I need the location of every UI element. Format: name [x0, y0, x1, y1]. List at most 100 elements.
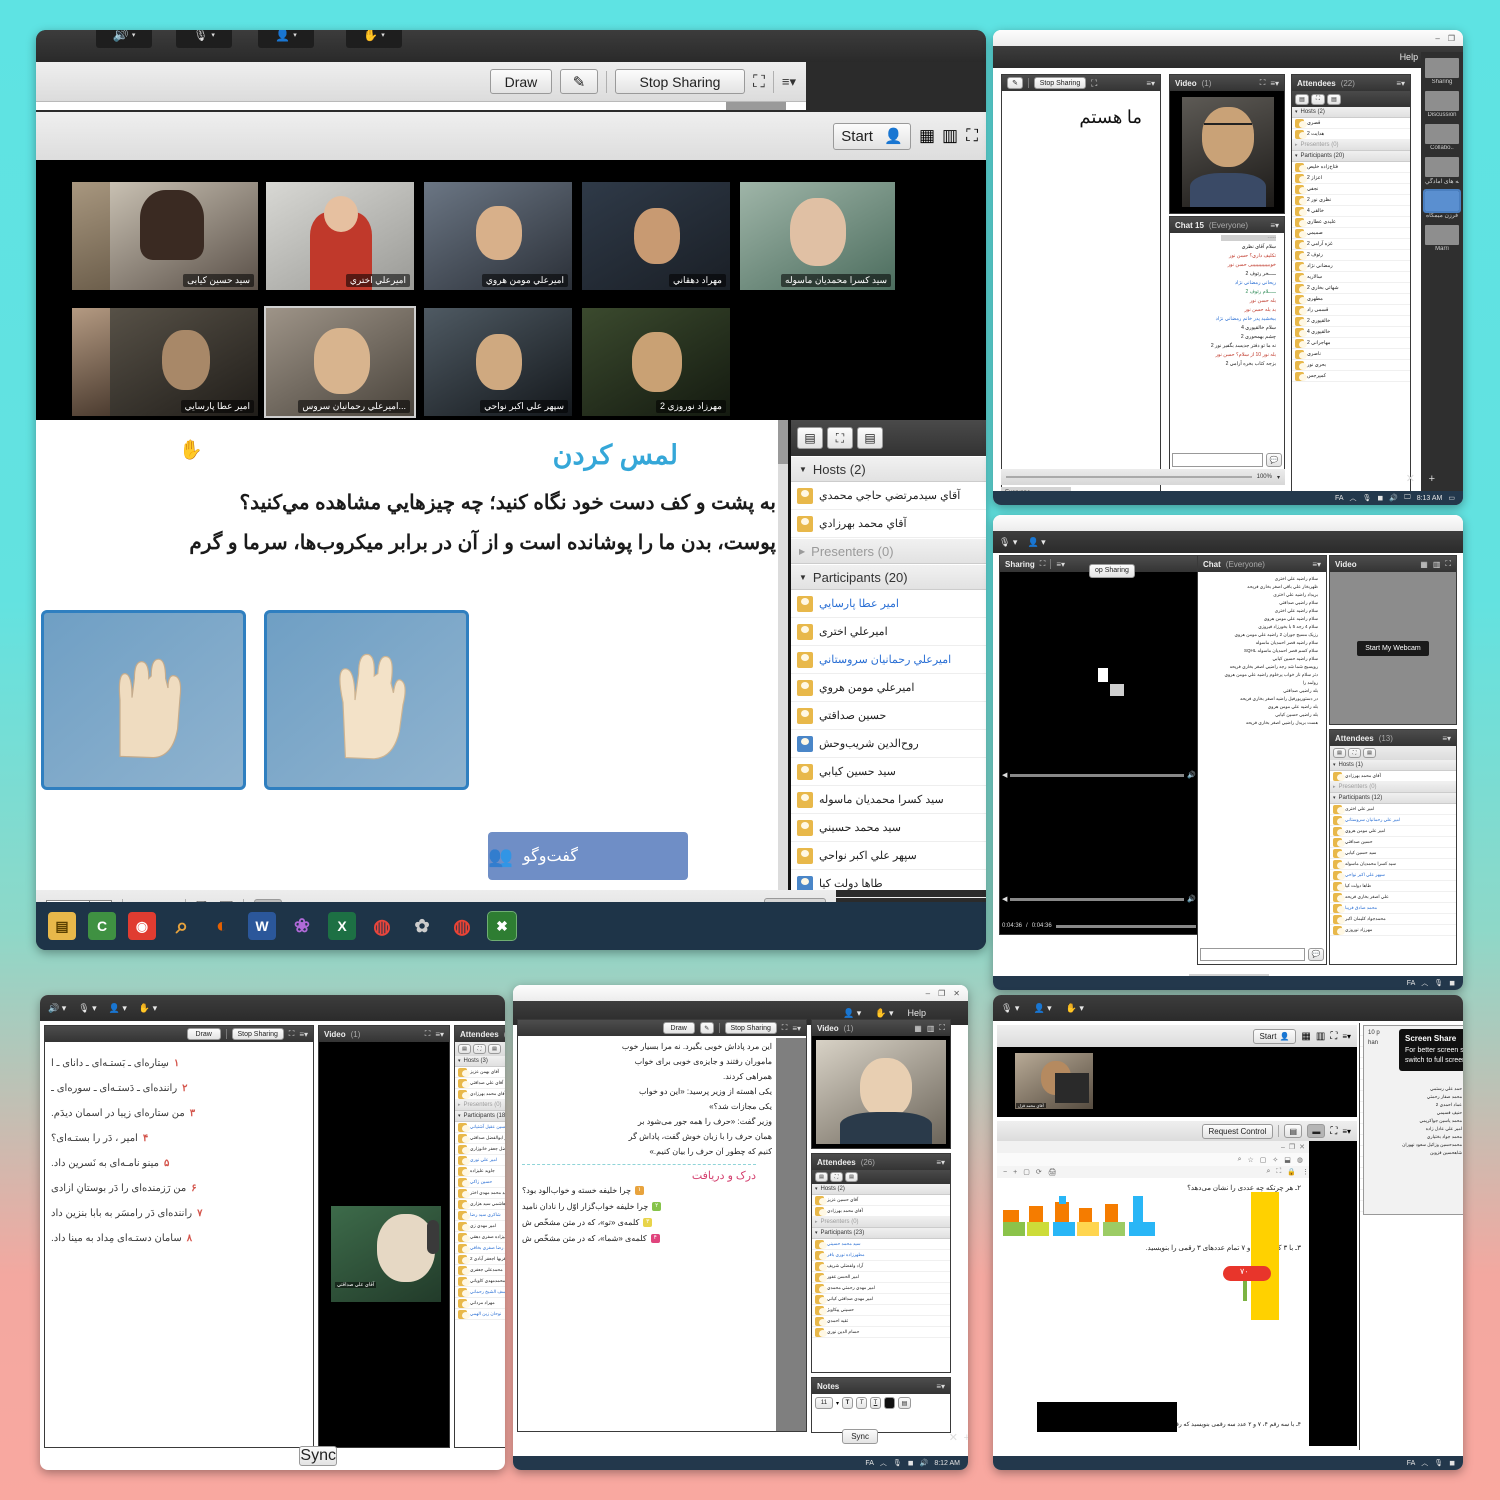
raise-hand-icon[interactable]: ✋ ▾: [1066, 1003, 1084, 1014]
draw-button[interactable]: Draw: [186, 1028, 221, 1040]
attendee-row[interactable]: آقاي محمد بهرزادي: [812, 1206, 950, 1217]
fullscreen-icon[interactable]: ⛶: [1445, 559, 1451, 569]
rotate-icon[interactable]: ⟳: [1036, 1168, 1042, 1176]
pod-menu-icon[interactable]: ≡▾: [1270, 79, 1279, 88]
pod-menu-icon[interactable]: ≡▾: [1056, 560, 1065, 569]
attendee-row[interactable]: امیر ابوالفضل صداقتي: [455, 1133, 505, 1144]
chevron-down-icon[interactable]: ▾: [836, 1400, 839, 1407]
attendee-row[interactable]: سید کسرا محمدیان ماسوله: [791, 786, 986, 814]
microphone-icon[interactable]: 🎙 ▾: [1001, 1003, 1019, 1014]
zoom-slider[interactable]: [1006, 476, 1252, 478]
attendee-row[interactable]: سید محمد حسیني: [812, 1239, 950, 1250]
layout-sharing[interactable]: Sharing: [1425, 58, 1459, 85]
grid-view-icon[interactable]: ⛶: [827, 427, 853, 449]
webcam-icon[interactable]: 👤 ▾: [1033, 1003, 1051, 1014]
microphone-icon[interactable]: 🎙 ▾: [999, 537, 1017, 548]
close-icon[interactable]: ✕: [949, 1431, 958, 1444]
video-tile[interactable]: ...امیرعلي رحمانیان سروس: [264, 306, 416, 418]
attendee-row[interactable]: امیر عطا پارسایي: [791, 590, 986, 618]
attendee-row[interactable]: مهراد مرداني: [455, 1298, 505, 1309]
lock-icon[interactable]: 🔒: [1287, 1168, 1296, 1176]
microphone-icon[interactable]: 🎙 ▾: [176, 30, 232, 48]
p6-shared-browser[interactable]: – ❐ ✕ ⌕ ☆ ▢ ✧ ⬓ ◍ − + ▢ ⟳ 🖨 ⌕ ⛶ 🔒 ⋮ ۲ـ ه…: [997, 1141, 1309, 1446]
attendee-row[interactable]: مطهري: [1292, 294, 1410, 305]
attendee-row[interactable]: مهاجراني 2: [1292, 338, 1410, 349]
zoom-in-icon[interactable]: +: [1013, 1169, 1017, 1176]
webcam-icon[interactable]: 👤 ▾: [109, 1003, 127, 1014]
video-tile[interactable]: [72, 308, 110, 416]
chevron-up-icon[interactable]: ︿: [1421, 1458, 1428, 1468]
text-color-icon[interactable]: [884, 1397, 896, 1409]
video-tile[interactable]: مهراد دهقاني: [582, 182, 730, 290]
attendee-row[interactable]: آقاي سیدمرتضي حاجي محمدي: [791, 482, 986, 510]
attendee-row[interactable]: سپهر علي اکبر نواحي: [791, 842, 986, 870]
close-icon[interactable]: ✕: [1299, 1143, 1305, 1151]
attendee-row[interactable]: رمضاني نژاد: [1292, 261, 1410, 272]
attendee-group-header[interactable]: ▾ Hosts (2): [812, 1184, 950, 1195]
video-tile[interactable]: مهرزاد نوروزي 2: [582, 308, 730, 416]
help-menu[interactable]: Help: [907, 1008, 926, 1018]
attendee-row[interactable]: سید کسرا محمدیان ماسوله: [1330, 859, 1456, 870]
attendee-row[interactable]: شاکري سید رضا: [455, 1210, 505, 1221]
italic-icon[interactable]: T: [856, 1397, 868, 1409]
attendee-row[interactable]: سپهر علي اکبر نواحي: [1330, 870, 1456, 881]
attendee-row[interactable]: سید حسین کیابي: [791, 758, 986, 786]
stop-sharing-button[interactable]: Stop Sharing: [724, 1022, 777, 1034]
details-view-icon[interactable]: ▤: [1327, 93, 1341, 105]
chat-send-icon[interactable]: 💬: [1266, 453, 1282, 467]
attendee-row[interactable]: کمپرجس: [1292, 371, 1410, 382]
attendee-row[interactable]: آقاي بهمن عزیز: [455, 1067, 505, 1078]
p3-chat-messages[interactable]: سلام راضیه علي اخترى ظهربخار علي باقي اصغ…: [1201, 574, 1318, 940]
attendee-row[interactable]: امیر علي اخترى: [1330, 804, 1456, 815]
app-icon[interactable]: ◼: [1377, 494, 1383, 502]
list-view-icon[interactable]: ▤: [458, 1044, 471, 1054]
fullscreen-icon[interactable]: ⛶: [939, 1023, 945, 1033]
search-icon[interactable]: ⌕: [1238, 1156, 1242, 1164]
add-icon[interactable]: +: [964, 1432, 968, 1444]
video-tile[interactable]: امیر عطا پارسایي: [110, 308, 258, 416]
p3-video-black[interactable]: [1000, 572, 1198, 762]
grid-view-icon[interactable]: ⛶: [830, 1172, 843, 1182]
stop-sharing-button[interactable]: Stop Sharing: [614, 69, 745, 94]
video-tile[interactable]: سپهر علي اکبر نواحي: [424, 308, 572, 416]
chrome-beta-icon[interactable]: ◍: [448, 912, 476, 940]
attendee-row[interactable]: علي اصغر بخاري فریحه: [1330, 892, 1456, 903]
arrow-pointer-icon[interactable]: ✎: [559, 69, 598, 94]
side-by-side-icon[interactable]: ▤: [1284, 1124, 1303, 1138]
start-webcam-button[interactable]: Start 👤: [1252, 1028, 1297, 1044]
close-icon[interactable]: ✕: [1406, 472, 1415, 485]
restore-icon[interactable]: ❐: [1289, 1143, 1295, 1151]
attendee-row[interactable]: آراد ولفضلي شریف: [812, 1261, 950, 1272]
play-icon[interactable]: ◀: [1002, 771, 1007, 779]
attendee-row[interactable]: رئوف 2: [1292, 250, 1410, 261]
pod-menu-icon[interactable]: ≡▾: [782, 74, 796, 90]
attendee-row[interactable]: سید محمد حسیني: [791, 814, 986, 842]
request-control-button[interactable]: Request Control: [1201, 1123, 1274, 1139]
fullscreen-icon[interactable]: ⛶: [966, 126, 978, 146]
attendee-row[interactable]: حسین زاکي: [455, 1177, 505, 1188]
stop-sharing-button[interactable]: op Sharing: [1089, 563, 1135, 578]
search-icon[interactable]: ⌕: [168, 912, 196, 940]
video-tile[interactable]: سید کسرا محمدیان ماسوله: [740, 182, 895, 290]
attendee-row[interactable]: خالقپوري 2: [1292, 316, 1410, 327]
webcam-icon[interactable]: 👤 ▾: [843, 1008, 861, 1019]
attendee-row[interactable]: محمدمهدي کاویاني: [455, 1276, 505, 1287]
attendee-row[interactable]: شهائي بخاري 2: [1292, 283, 1410, 294]
fullscreen-icon[interactable]: ⛶: [753, 72, 765, 92]
attendee-row[interactable]: ناصري: [1292, 349, 1410, 360]
attendee-row[interactable]: سید محمد مهدي اختر: [455, 1188, 505, 1199]
p3-media-controls-1[interactable]: ◀ 🔊: [1002, 768, 1196, 782]
attendee-row[interactable]: حسین صداقتي: [791, 702, 986, 730]
attendee-row[interactable]: امیر مهدي رحمتي محمدي: [812, 1283, 950, 1294]
pod-menu-icon[interactable]: ≡▾: [435, 1030, 444, 1039]
pod-menu-icon[interactable]: ≡▾: [1312, 560, 1321, 569]
details-view-icon[interactable]: ▤: [1363, 748, 1376, 758]
excel-icon[interactable]: X: [328, 912, 356, 940]
list-view-icon[interactable]: ▤: [1295, 93, 1309, 105]
attendee-row[interactable]: هدایت 2: [1292, 129, 1410, 140]
notification-icon[interactable]: ▭: [1448, 494, 1455, 502]
video-feed[interactable]: آقاي علي صداقتي: [331, 1206, 441, 1302]
video-tile[interactable]: سید حسین کیابی: [110, 182, 258, 290]
profile-icon[interactable]: ◍: [1297, 1156, 1303, 1164]
p3-timeline[interactable]: 0:04:36 / 0:04:36: [1002, 920, 1196, 932]
